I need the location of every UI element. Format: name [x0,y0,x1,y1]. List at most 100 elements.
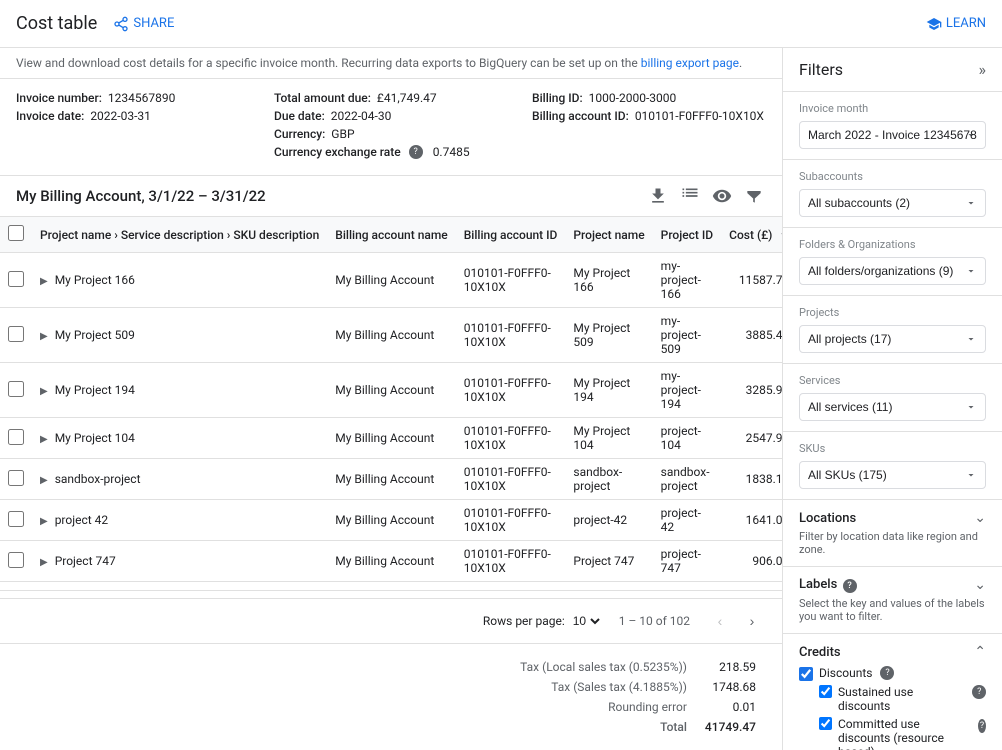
row-project-name: sandbox-project [55,472,141,486]
expand-row-button[interactable]: ▶ [40,475,48,486]
billing-account-id-value: 010101-F0FFF0-10X10X [635,109,764,123]
info-text: View and download cost details for a spe… [16,56,641,70]
share-label: SHARE [133,16,174,31]
locations-title: Locations [799,511,856,526]
rounding-label: Rounding error [512,698,695,716]
row-project-id: my-project-194 [653,363,721,418]
share-button[interactable]: SHARE [113,16,174,32]
table-actions [646,184,766,208]
table-row: ▶ My Project 194 My Billing Account 0101… [0,363,782,418]
row-checkbox[interactable] [8,271,24,287]
download-icon[interactable] [646,184,670,208]
expand-row-button[interactable]: ▶ [40,276,48,287]
skus-select[interactable]: All SKUs (175) [799,461,986,489]
table-row: ▶ My Project 166 My Billing Account 0101… [0,253,782,308]
invoice-month-label: Invoice month [799,102,986,115]
learn-label: LEARN [946,16,986,31]
rows-per-page-control: Rows per page: 10 25 50 [483,613,603,629]
filter-locations: Locations ⌄ Filter by location data like… [783,500,1002,567]
rows-per-page-select[interactable]: 10 25 50 [569,613,603,629]
discounts-help-icon[interactable]: ? [880,666,894,680]
invoice-date-value: 2022-03-31 [90,109,151,123]
row-project-id: sandbox-project [653,459,721,500]
row-project-name-col: My Project 104 [565,418,652,459]
row-checkbox-cell [0,582,32,591]
invoice-number-value: 1234567890 [108,91,175,105]
row-cost: 1838.12 [721,459,782,500]
row-checkbox[interactable] [8,326,24,342]
due-date-label: Due date: [274,109,325,123]
row-project-name-col: My Project 194 [565,363,652,418]
row-checkbox-cell [0,500,32,541]
table-row: ▶ Project 747 My Billing Account 010101-… [0,541,782,582]
labels-title: Labels ? [799,577,857,593]
billing-export-link[interactable]: billing export page [641,56,739,70]
filter-skus: SKUs All SKUs (175) [783,432,1002,500]
select-all-checkbox[interactable] [8,225,24,241]
row-checkbox[interactable] [8,429,24,445]
expand-row-button[interactable]: ▶ [40,331,48,342]
filter-projects: Projects All projects (17) [783,296,1002,364]
expand-row-button[interactable]: ▶ [40,516,48,527]
projects-select[interactable]: All projects (17) [799,325,986,353]
committed-use-checkbox[interactable] [819,717,832,730]
committed-use-help-icon[interactable]: ? [978,719,986,733]
locations-desc: Filter by location data like region and … [799,530,986,556]
expand-row-button[interactable]: ▶ [40,386,48,397]
table-layout-icon[interactable] [678,184,702,208]
row-billing-account-name: My Billing Account [327,308,455,363]
prev-page-button[interactable]: ‹ [706,607,734,635]
sustained-use-row: Sustained use discounts ? [819,685,986,713]
content-area: View and download cost details for a spe… [0,48,782,750]
labels-help-icon[interactable]: ? [843,579,857,593]
discounts-checkbox[interactable] [799,667,813,681]
expand-row-button[interactable]: ▶ [40,434,48,445]
folders-select[interactable]: All folders/organizations (9) [799,257,986,285]
table-title: My Billing Account, 3/1/22 – 3/31/22 [16,187,266,205]
invoice-date-row: Invoice date: 2022-03-31 [16,109,250,123]
filter-subaccounts: Subaccounts All subaccounts (2) [783,160,1002,228]
next-page-button[interactable]: › [738,607,766,635]
table-row: ▶ sandbox-project My Billing Account 010… [0,459,782,500]
header-billing-account-id: Billing account ID [456,217,566,253]
invoice-number-row: Invoice number: 1234567890 [16,91,250,105]
expand-row-button[interactable]: ▶ [40,557,48,568]
labels-header[interactable]: Labels ? ⌄ [799,577,986,593]
filter-labels: Labels ? ⌄ Select the key and values of … [783,567,1002,634]
credits-collapse-icon[interactable]: ⌃ [974,644,986,660]
tax-sales-label: Tax (Sales tax (4.1885%)) [512,678,695,696]
row-checkbox-cell [0,253,32,308]
visibility-icon[interactable] [710,184,734,208]
row-checkbox[interactable] [8,511,24,527]
subaccounts-select[interactable]: All subaccounts (2) [799,189,986,217]
credits-header: Credits ⌃ [799,644,986,660]
invoice-section-mid: Total amount due: £41,749.47 Due date: 2… [274,91,508,163]
filter-columns-icon[interactable] [742,184,766,208]
row-billing-account-name: My Billing Account [327,459,455,500]
invoice-month-select[interactable]: March 2022 - Invoice 1234567890 [799,121,986,149]
invoice-number-label: Invoice number: [16,91,102,105]
tax-local-row: Tax (Local sales tax (0.5235%)) 218.59 [512,658,764,676]
invoice-date-label: Invoice date: [16,109,84,123]
page-title: Cost table [16,13,97,34]
sidebar-toggle-button[interactable]: » [979,60,987,79]
row-checkbox[interactable] [8,552,24,568]
total-row: Total 41749.47 [512,718,764,736]
row-cost: 3285.90 [721,363,782,418]
sustained-use-help-icon[interactable]: ? [972,685,986,699]
tax-local-value: 218.59 [697,658,764,676]
horizontal-scrollbar[interactable] [0,590,782,598]
row-project-name: My Project 104 [55,431,135,445]
sustained-use-checkbox[interactable] [819,685,832,698]
table-row: ▶ project 42 My Billing Account 010101-F… [0,500,782,541]
learn-button[interactable]: LEARN [926,16,986,32]
locations-header[interactable]: Locations ⌄ [799,510,986,526]
row-checkbox[interactable] [8,470,24,486]
row-checkbox[interactable] [8,381,24,397]
exchange-rate-help-icon[interactable]: ? [409,145,423,159]
row-project-id: project-42 [653,500,721,541]
labels-desc: Select the key and values of the labels … [799,597,986,623]
services-select[interactable]: All services (11) [799,393,986,421]
data-table-wrap: Project name › Service description › SKU… [0,216,782,590]
row-project-name-col: Project 747 [565,541,652,582]
